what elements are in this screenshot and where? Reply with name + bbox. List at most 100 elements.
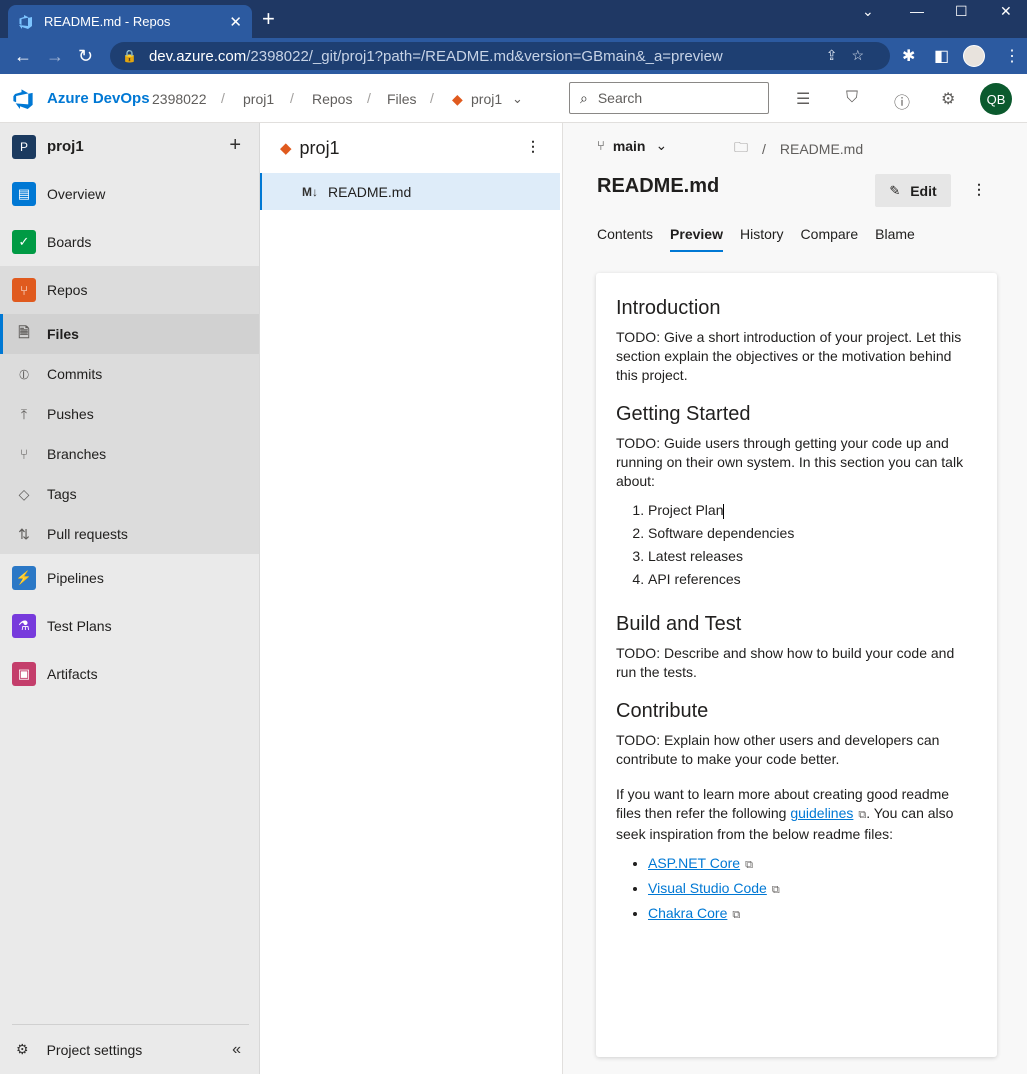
browser-tab[interactable]: README.md - Repos ✕: [8, 5, 252, 38]
tree-header: ◆ proj1 ⋮: [260, 123, 562, 173]
collapse-sidebar-icon[interactable]: «: [232, 1041, 241, 1059]
sidebar-item-label: Boards: [47, 234, 92, 250]
sidebar-item-label: Pipelines: [47, 570, 104, 586]
tab-compare[interactable]: Compare: [801, 226, 859, 252]
azure-devops-logo-icon[interactable]: [12, 88, 34, 110]
breadcrumb-repo[interactable]: proj1: [471, 91, 502, 107]
extensions-icon[interactable]: ✱: [902, 46, 915, 66]
chakra-core-link[interactable]: Chakra Core: [648, 905, 727, 921]
chevron-down-icon[interactable]: ⌄: [512, 91, 523, 107]
back-icon[interactable]: ←: [14, 46, 32, 66]
gear-icon: ⚙: [16, 1041, 29, 1057]
tab-blame[interactable]: Blame: [875, 226, 915, 252]
sidebar-subitem-files[interactable]: 🗎 Files: [0, 314, 259, 354]
more-options-icon[interactable]: ⋮: [526, 138, 540, 155]
side-panel-icon[interactable]: ◧: [934, 46, 949, 66]
list-item: Latest releases: [648, 547, 977, 566]
lock-icon: 🔒: [122, 49, 137, 63]
branch-name: main: [612, 137, 646, 154]
tree-repo-name[interactable]: proj1: [300, 138, 340, 159]
folder-icon[interactable]: 🗀: [734, 137, 748, 161]
readme-links-list: ASP.NET Core ⧉ Visual Studio Code ⧉ Chakra…: [648, 854, 977, 925]
minimize-icon[interactable]: —: [910, 3, 924, 19]
branch-selector[interactable]: ⑂ main ⌄: [597, 137, 667, 154]
tree-file-item[interactable]: M↓ README.md: [260, 173, 560, 210]
sidebar-item-label: Test Plans: [47, 618, 112, 634]
project-header[interactable]: P proj1 +: [0, 123, 259, 170]
text-cursor: [723, 503, 725, 519]
reload-icon[interactable]: ↻: [78, 46, 93, 66]
contribute-heading: Contribute: [616, 700, 709, 722]
tab-preview[interactable]: Preview: [670, 226, 723, 252]
app-name[interactable]: Azure DevOps: [47, 90, 150, 107]
project-badge: P: [12, 134, 36, 159]
window-close-icon[interactable]: ✕: [1000, 3, 1012, 20]
user-settings-icon[interactable]: ⚙: [941, 89, 955, 109]
ado-header: Azure DevOps 2398022 / proj1 / Repos / F…: [0, 74, 1027, 123]
path-separator: /: [762, 141, 766, 157]
files-icon: 🗎: [18, 324, 30, 340]
project-settings-row[interactable]: ⚙ Project settings «: [12, 1024, 249, 1074]
sidebar-item-boards[interactable]: ✓ Boards: [0, 218, 259, 266]
sidebar-item-test-plans[interactable]: ⚗ Test Plans: [0, 602, 259, 650]
list-item: Visual Studio Code ⧉: [648, 879, 977, 900]
list-item: Chakra Core ⧉: [648, 904, 977, 925]
push-icon: ⤒: [20, 405, 28, 422]
breadcrumb-files[interactable]: Files: [387, 91, 417, 107]
sidebar-item-repos[interactable]: ⑂ Repos: [0, 266, 259, 314]
vscode-link[interactable]: Visual Studio Code: [648, 880, 767, 896]
browser-profile-avatar[interactable]: [963, 45, 985, 67]
address-bar-row: ← → ↻ 🔒 dev.azure.com/2398022/_git/proj1…: [0, 38, 1027, 74]
list-item: Software dependencies: [648, 524, 977, 543]
markdown-file-icon: M↓: [302, 184, 318, 199]
share-bookmark-icons[interactable]: ⇪☆: [826, 47, 878, 64]
breadcrumb-org[interactable]: 2398022: [152, 91, 207, 107]
avatar[interactable]: QB: [980, 83, 1012, 115]
boards-icon: ✓: [12, 230, 36, 254]
browser-tab-title: README.md - Repos: [44, 14, 171, 29]
tree-file-name: README.md: [328, 183, 412, 200]
new-tab-icon[interactable]: +: [262, 8, 275, 30]
tab-history[interactable]: History: [740, 226, 784, 252]
work-items-list-icon[interactable]: ☰: [796, 89, 810, 109]
browser-menu-icon[interactable]: ⋮: [1004, 46, 1020, 66]
sidebar-subitem-commits[interactable]: ⦶ Commits: [0, 354, 259, 394]
guidelines-link[interactable]: guidelines: [790, 805, 853, 821]
repo-icon: ◆: [280, 140, 292, 157]
sidebar-subitem-tags[interactable]: ◇ Tags: [0, 474, 259, 514]
sidebar-subitem-pull-requests[interactable]: ⇅ Pull requests: [0, 514, 259, 554]
sidebar-item-artifacts[interactable]: ▣ Artifacts: [0, 650, 259, 698]
breadcrumb-separator: /: [221, 90, 225, 106]
sidebar-subitem-branches[interactable]: ⑂ Branches: [0, 434, 259, 474]
aspnet-core-link[interactable]: ASP.NET Core: [648, 855, 740, 871]
file-path: 🗀 / README.md: [734, 137, 863, 161]
sidebar-item-label: Overview: [47, 186, 106, 202]
breadcrumb-separator: /: [430, 90, 434, 106]
maximize-icon[interactable]: ☐: [955, 3, 968, 20]
sidebar-subitem-pushes[interactable]: ⤒ Pushes: [0, 394, 259, 434]
left-navigation: P proj1 + ▤ Overview ✓ Boards ⑂ Repos 🗎 …: [0, 123, 260, 1074]
list-item: Project Plan: [648, 501, 977, 520]
close-tab-icon[interactable]: ✕: [229, 13, 242, 31]
learn-more-text: If you want to learn more about creating…: [616, 785, 977, 844]
sidebar-item-pipelines[interactable]: ⚡ Pipelines: [0, 554, 259, 602]
url-field[interactable]: 🔒 dev.azure.com/2398022/_git/proj1?path=…: [110, 42, 890, 70]
more-options-icon[interactable]: ⋮: [972, 181, 986, 198]
add-icon[interactable]: +: [229, 134, 241, 157]
tab-contents[interactable]: Contents: [597, 226, 653, 252]
forward-icon[interactable]: →: [46, 46, 64, 66]
search-input[interactable]: ⌕ Search: [569, 82, 769, 114]
marketplace-bag-icon[interactable]: ⛉: [846, 89, 858, 107]
breadcrumb-project[interactable]: proj1: [243, 91, 274, 107]
chevron-down-icon: ⌄: [655, 137, 668, 153]
breadcrumb-repos[interactable]: Repos: [312, 91, 352, 107]
sidebar-subitem-label: Pull requests: [47, 526, 128, 542]
window-dropdown-icon[interactable]: ⌄: [862, 3, 874, 20]
edit-button[interactable]: ✎ Edit: [875, 174, 951, 207]
sidebar-item-overview[interactable]: ▤ Overview: [0, 170, 259, 218]
help-icon[interactable]: ⓘ: [894, 89, 910, 113]
project-settings-label: Project settings: [46, 1041, 143, 1058]
edit-button-label: Edit: [910, 182, 937, 199]
sidebar-subitem-label: Commits: [47, 366, 103, 382]
list-item: ASP.NET Core ⧉: [648, 854, 977, 875]
